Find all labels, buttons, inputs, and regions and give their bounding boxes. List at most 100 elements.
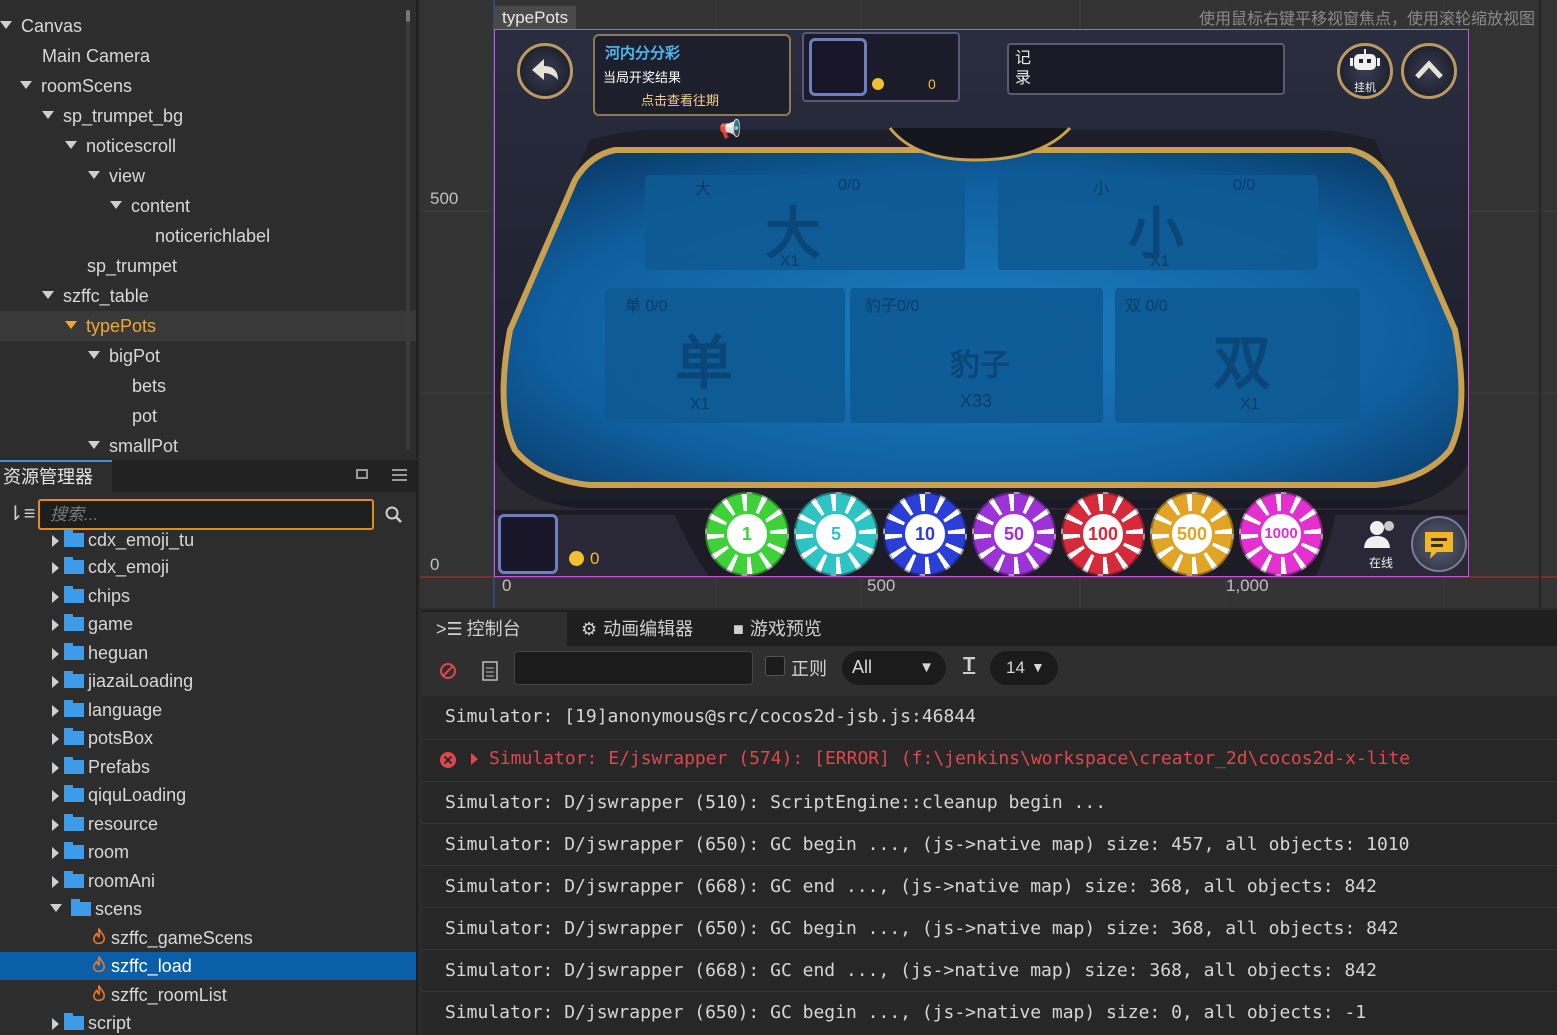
collapse-arrow-icon[interactable] bbox=[52, 1018, 59, 1031]
collapse-arrow-icon[interactable] bbox=[52, 705, 59, 718]
player-avatar[interactable] bbox=[498, 514, 558, 574]
asset-folder[interactable]: script bbox=[0, 1009, 416, 1035]
filter-input[interactable] bbox=[514, 651, 753, 685]
game-canvas[interactable]: 河内分分彩 当局开奖结果 点击查看往期 0 记录 挂机 📢 大 0/0 大 X1 bbox=[494, 29, 1469, 577]
tree-node-roomscens[interactable]: roomScens bbox=[0, 71, 416, 101]
tab-console[interactable]: >☰ 控制台 bbox=[422, 612, 567, 646]
expand-arrow-icon[interactable] bbox=[42, 111, 54, 120]
expand-arrow-icon[interactable] bbox=[88, 441, 100, 450]
asset-folder[interactable]: qiquLoading bbox=[0, 781, 416, 809]
assets-tab[interactable]: 资源管理器 bbox=[0, 460, 112, 492]
asset-folder[interactable]: roomAni bbox=[0, 867, 416, 895]
expand-arrow-icon[interactable] bbox=[0, 21, 12, 30]
tree-node-sp-trumpet[interactable]: sp_trumpet bbox=[0, 251, 416, 281]
asset-folder[interactable]: room bbox=[0, 838, 416, 866]
tree-node-smallpot[interactable]: smallPot bbox=[0, 431, 416, 458]
tree-node-pot[interactable]: pot bbox=[0, 401, 416, 431]
expand-arrow-icon[interactable] bbox=[50, 904, 62, 913]
asset-scene[interactable]: szffc_gameScens bbox=[0, 924, 416, 952]
scene-view[interactable]: 使用鼠标右键平移视窗焦点，使用滚轮缩放视图 500 0 0 500 1,000 … bbox=[420, 0, 1557, 608]
expand-error-icon[interactable] bbox=[471, 753, 478, 765]
level-select[interactable]: All ▼ bbox=[842, 651, 946, 685]
online-button[interactable]: 在线 bbox=[1355, 516, 1407, 572]
tree-node-main-camera[interactable]: Main Camera bbox=[0, 41, 416, 71]
collapse-arrow-icon[interactable] bbox=[52, 562, 59, 575]
record-panel[interactable]: 记录 bbox=[1007, 43, 1285, 95]
tab-game-preview[interactable]: ■ 游戏预览 bbox=[719, 612, 869, 646]
pot-big[interactable]: 大 0/0 大 X1 bbox=[645, 175, 965, 270]
collapse-arrow-icon[interactable] bbox=[52, 648, 59, 661]
expand-arrow-icon[interactable] bbox=[65, 141, 77, 150]
asset-folder-scens[interactable]: scens bbox=[0, 895, 416, 923]
history-link[interactable]: 点击查看往期 bbox=[641, 90, 719, 109]
asset-folder[interactable]: chips bbox=[0, 582, 416, 610]
expand-arrow-icon[interactable] bbox=[42, 291, 54, 300]
asset-scene[interactable]: szffc_roomList bbox=[0, 981, 416, 1009]
tree-node-sp-trumpet-bg[interactable]: sp_trumpet_bg bbox=[0, 101, 416, 131]
tree-node-canvas[interactable]: Canvas bbox=[0, 11, 400, 41]
document-icon[interactable] bbox=[482, 661, 498, 681]
popout-icon[interactable] bbox=[356, 469, 368, 479]
pot-small[interactable]: 小 0/0 小 X1 bbox=[998, 175, 1318, 270]
font-size-select[interactable]: 14 ▼ bbox=[990, 651, 1058, 685]
regex-checkbox[interactable] bbox=[765, 656, 785, 676]
pot-even[interactable]: 双 0/0 双 X1 bbox=[1115, 288, 1360, 423]
error-log-line[interactable]: Simulator: E/jswrapper (574): [ERROR] (f… bbox=[489, 748, 1410, 769]
asset-folder[interactable]: cdx_emoji_tu bbox=[0, 526, 416, 554]
collapse-arrow-icon[interactable] bbox=[52, 619, 59, 632]
asset-folder[interactable]: jiazaiLoading bbox=[0, 667, 416, 695]
tree-node-content[interactable]: content bbox=[0, 191, 416, 221]
avatar[interactable] bbox=[809, 38, 867, 96]
asset-folder[interactable]: cdx_emoji bbox=[0, 553, 416, 581]
tree-node-noticescroll[interactable]: noticescroll bbox=[0, 131, 416, 161]
tree-node-typepots[interactable]: typePots bbox=[0, 311, 416, 341]
hierarchy-scrollbar[interactable] bbox=[406, 10, 410, 450]
tree-node-szffc-table[interactable]: szffc_table bbox=[0, 281, 416, 311]
expand-arrow-icon[interactable] bbox=[88, 351, 100, 360]
scrollbar-thumb[interactable] bbox=[406, 10, 410, 22]
sort-icon[interactable]: ⇂≡ bbox=[7, 504, 35, 524]
asset-folder[interactable]: resource bbox=[0, 810, 416, 838]
pot-odd[interactable]: 单 0/0 单 X1 bbox=[605, 288, 845, 423]
asset-scene-selected[interactable]: szffc_load bbox=[0, 952, 416, 980]
chip-50[interactable]: 50 bbox=[972, 492, 1056, 576]
chip-1000[interactable]: 1000 bbox=[1239, 492, 1323, 576]
asset-folder[interactable]: potsBox bbox=[0, 724, 416, 752]
collapse-arrow-icon[interactable] bbox=[52, 847, 59, 860]
chip-1[interactable]: 1 bbox=[705, 492, 789, 576]
asset-folder[interactable]: game bbox=[0, 610, 416, 638]
tab-animation[interactable]: ⚙ 动画编辑器 bbox=[567, 612, 717, 646]
collapse-arrow-icon[interactable] bbox=[52, 790, 59, 803]
chip-500[interactable]: 500 bbox=[1150, 492, 1234, 576]
chat-button[interactable] bbox=[1411, 516, 1467, 572]
collapse-button[interactable] bbox=[1401, 43, 1457, 99]
chip-10[interactable]: 10 bbox=[883, 492, 967, 576]
collapse-arrow-icon[interactable] bbox=[52, 535, 59, 548]
expand-arrow-icon[interactable] bbox=[88, 171, 100, 180]
tree-node-view[interactable]: view bbox=[0, 161, 416, 191]
robot-button[interactable]: 挂机 bbox=[1337, 43, 1393, 99]
collapse-arrow-icon[interactable] bbox=[52, 876, 59, 889]
expand-arrow-icon[interactable] bbox=[20, 81, 32, 90]
collapse-arrow-icon[interactable] bbox=[52, 819, 59, 832]
collapse-arrow-icon[interactable] bbox=[52, 762, 59, 775]
clear-icon[interactable] bbox=[439, 662, 457, 680]
lottery-panel[interactable]: 河内分分彩 当局开奖结果 点击查看往期 bbox=[593, 34, 791, 116]
expand-arrow-icon[interactable] bbox=[110, 201, 122, 210]
search-icon[interactable] bbox=[385, 506, 403, 524]
tree-node-bigpot[interactable]: bigPot bbox=[0, 341, 416, 371]
expand-arrow-icon[interactable] bbox=[65, 321, 77, 330]
collapse-arrow-icon[interactable] bbox=[52, 733, 59, 746]
asset-folder[interactable]: heguan bbox=[0, 639, 416, 667]
asset-folder[interactable]: Prefabs bbox=[0, 753, 416, 781]
menu-icon[interactable] bbox=[392, 469, 407, 481]
collapse-arrow-icon[interactable] bbox=[52, 676, 59, 689]
back-button[interactable] bbox=[517, 43, 573, 99]
pot-triple[interactable]: 豹子0/0 豹子 X33 bbox=[850, 288, 1103, 423]
tree-node-bets[interactable]: bets bbox=[0, 371, 416, 401]
asset-folder[interactable]: language bbox=[0, 696, 416, 724]
collapse-arrow-icon[interactable] bbox=[52, 591, 59, 604]
chip-5[interactable]: 5 bbox=[794, 492, 878, 576]
tree-node-noticerichlabel[interactable]: noticerichlabel bbox=[0, 221, 416, 251]
chip-100[interactable]: 100 bbox=[1061, 492, 1145, 576]
